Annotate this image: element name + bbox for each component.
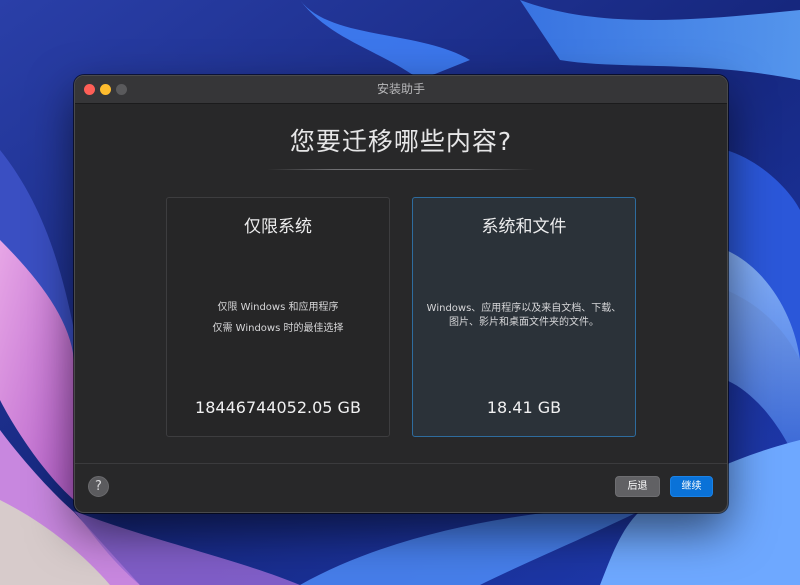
option-title: 系统和文件	[481, 217, 567, 237]
title-bar[interactable]: 安装助手	[75, 76, 727, 104]
window-title: 安装助手	[376, 82, 425, 96]
footer-divider	[75, 463, 727, 464]
option-description-line: 图片、影片和桌面文件夹的文件。	[449, 317, 599, 328]
title-divider	[267, 169, 535, 170]
option-system-only[interactable]: 仅限系统 仅限 Windows 和应用程序 仅需 Windows 时的最佳选择 …	[166, 197, 390, 437]
option-title: 仅限系统	[244, 217, 312, 237]
setup-assistant-window: 安装助手 您要迁移哪些内容? 仅限系统 仅限 Windows 和应用程序 仅需 …	[74, 75, 728, 513]
option-system-and-files[interactable]: 系统和文件 Windows、应用程序以及来自文档、下载、 图片、影片和桌面文件夹…	[412, 197, 636, 437]
back-button[interactable]: 后退	[615, 476, 660, 497]
desktop: 安装助手 您要迁移哪些内容? 仅限系统 仅限 Windows 和应用程序 仅需 …	[0, 0, 800, 585]
option-description-line: 仅限 Windows 和应用程序	[217, 302, 339, 313]
option-description-line: Windows、应用程序以及来自文档、下载、	[426, 303, 622, 314]
option-size: 18446744052.05 GB	[195, 398, 361, 417]
option-description-line: 仅需 Windows 时的最佳选择	[212, 323, 344, 334]
option-description: 仅限 Windows 和应用程序 仅需 Windows 时的最佳选择	[173, 297, 383, 339]
option-description: Windows、应用程序以及来自文档、下载、 图片、影片和桌面文件夹的文件。	[419, 302, 629, 330]
option-size: 18.41 GB	[486, 398, 562, 417]
question-mark-icon[interactable]: ?	[88, 476, 109, 497]
continue-button[interactable]: 继续	[670, 476, 713, 497]
page-title: 您要迁移哪些内容?	[289, 127, 513, 156]
